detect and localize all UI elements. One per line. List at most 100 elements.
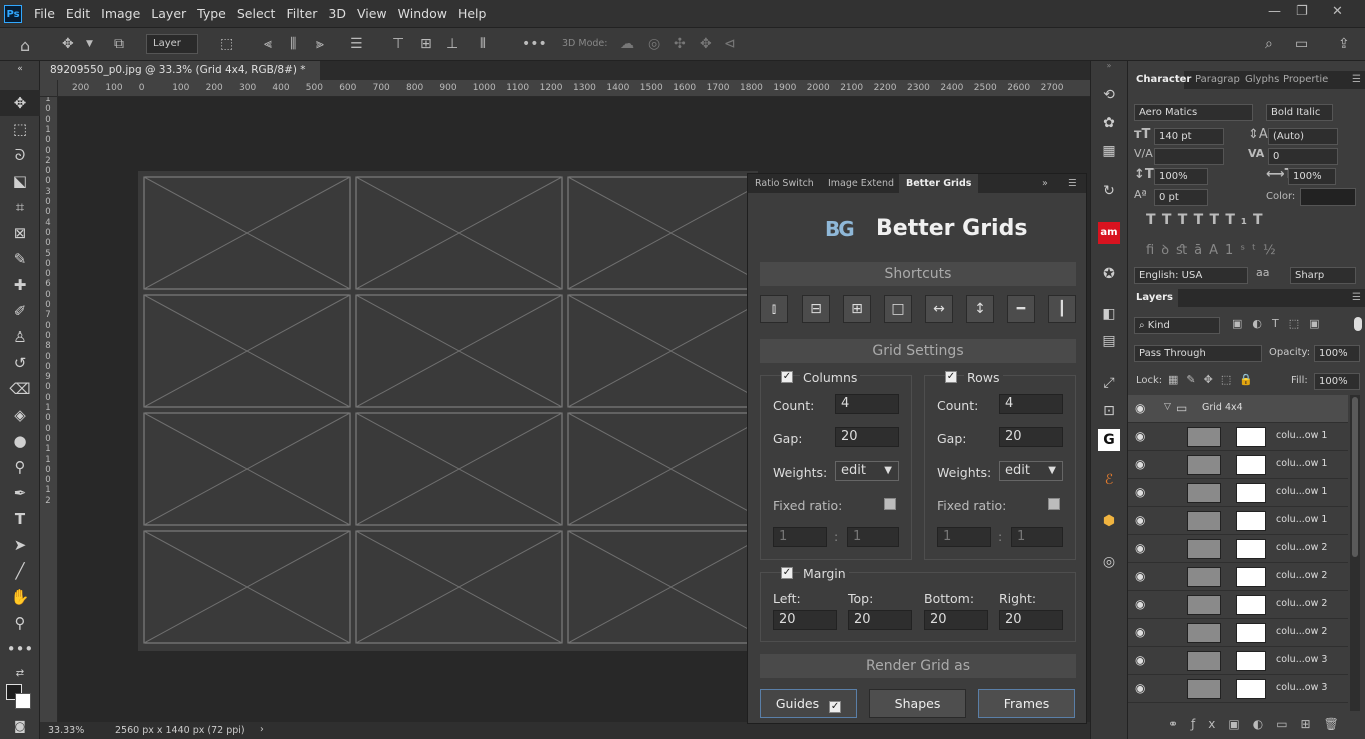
leading-input[interactable]: (Auto) — [1268, 128, 1338, 145]
rows-count-input[interactable]: 4 — [999, 394, 1063, 414]
plugin-e-icon[interactable]: ℰ — [1098, 469, 1120, 491]
move-tool-icon[interactable]: ✥ — [62, 36, 74, 52]
paint-bucket-tool-icon[interactable]: ◈ — [0, 402, 40, 428]
visibility-eye-icon[interactable]: ◉ — [1135, 541, 1145, 555]
antialias-dropdown[interactable]: Sharp — [1290, 267, 1356, 284]
collapse-strip-icon[interactable]: » — [1091, 61, 1127, 71]
auto-select-icon[interactable]: ⧉ — [114, 36, 124, 52]
shortcut-border-button[interactable]: □ — [884, 295, 912, 323]
color-panel-icon[interactable]: ✿ — [1098, 112, 1120, 134]
margin-checkbox[interactable]: ✓ — [781, 567, 793, 579]
line-tool-icon[interactable]: ╱ — [0, 558, 40, 584]
columns-fixed-ratio-checkbox[interactable] — [884, 498, 896, 510]
columns-ratio-b-input[interactable]: 1 — [847, 527, 899, 547]
swatches-panel-icon[interactable]: ▦ — [1098, 140, 1120, 162]
menu-view[interactable]: View — [357, 6, 387, 21]
stamp-tool-icon[interactable]: ♙ — [0, 324, 40, 350]
visibility-eye-icon[interactable]: ◉ — [1135, 625, 1145, 639]
layers-scrollbar[interactable] — [1350, 395, 1360, 711]
history-panel-icon[interactable]: ⟲ — [1098, 84, 1120, 106]
rows-ratio-a-input[interactable]: 1 — [937, 527, 991, 547]
search-icon[interactable]: ⌕ — [1265, 36, 1273, 52]
image-extend-icon[interactable]: ⊡ — [1098, 400, 1120, 422]
tab-character[interactable]: Character — [1128, 71, 1191, 89]
blur-tool-icon[interactable]: ● — [0, 428, 40, 454]
align-middle-icon[interactable]: ⊞ — [420, 36, 432, 52]
columns-gap-input[interactable]: 20 — [835, 427, 899, 447]
visibility-eye-icon[interactable]: ◉ — [1135, 653, 1145, 667]
align-left-icon[interactable]: ⫷ — [264, 36, 272, 52]
layer-row[interactable]: ◉ colu...ow 3 — [1128, 675, 1348, 703]
close-window-icon[interactable]: ✕ — [1332, 4, 1343, 19]
lock-options-icons[interactable]: ▦✎✥⬚🔒 — [1168, 373, 1261, 386]
tab-properties[interactable]: Propertie — [1283, 71, 1328, 89]
ratio-switch-icon[interactable]: ↻ — [1098, 180, 1120, 202]
plugin-circle-icon[interactable]: ◎ — [1098, 551, 1120, 573]
minimize-icon[interactable]: — — [1268, 4, 1281, 19]
eraser-tool-icon[interactable]: ⌫ — [0, 376, 40, 402]
zoom-tool-icon[interactable]: ⚲ — [0, 610, 40, 636]
rows-fixed-ratio-checkbox[interactable] — [1048, 498, 1060, 510]
menu-file[interactable]: File — [34, 6, 55, 21]
layer-row[interactable]: ◉ colu...ow 2 — [1128, 535, 1348, 563]
layer-row[interactable]: ◉ colu...ow 1 — [1128, 423, 1348, 451]
visibility-eye-icon[interactable]: ◉ — [1135, 485, 1145, 499]
transform-controls-icon[interactable]: ⬚ — [220, 36, 233, 52]
document-tab[interactable]: 89209550_p0.jpg @ 33.3% (Grid 4x4, RGB/8… — [40, 61, 320, 95]
plugin-icon[interactable]: ✪ — [1098, 263, 1120, 285]
tracking-input[interactable]: 0 — [1268, 148, 1338, 165]
baseline-shift-input[interactable]: 0 pt — [1154, 189, 1208, 206]
layer-group-row[interactable]: ◉ ▽ ▭ Grid 4x4 — [1128, 395, 1348, 423]
layer-row[interactable]: ◉ colu...ow 2 — [1128, 563, 1348, 591]
pen-tool-icon[interactable]: ✒ — [0, 480, 40, 506]
distribute-icon[interactable]: ☰ — [350, 36, 363, 52]
path-select-tool-icon[interactable]: ➤ — [0, 532, 40, 558]
font-size-input[interactable]: 140 pt — [1154, 128, 1224, 145]
columns-count-input[interactable]: 4 — [835, 394, 899, 414]
columns-weights-dropdown[interactable]: edit ▼ — [835, 461, 899, 481]
menu-3d[interactable]: 3D — [328, 6, 346, 21]
menu-help[interactable]: Help — [458, 6, 487, 21]
align-top-icon[interactable]: ⊤ — [392, 36, 404, 52]
fill-input[interactable]: 100% — [1314, 373, 1360, 390]
home-icon[interactable]: ⌂ — [20, 36, 30, 55]
filter-toggle-icon[interactable] — [1354, 317, 1362, 331]
align-right-icon[interactable]: ⫸ — [316, 36, 324, 52]
blend-mode-dropdown[interactable]: Pass Through — [1134, 345, 1262, 362]
shortcut-horizontal-line-button[interactable]: ━ — [1007, 295, 1035, 323]
distribute-vertical-icon[interactable]: ⫴ — [480, 36, 486, 52]
shortcut-horizontal-center-button[interactable]: ⊟ — [802, 295, 830, 323]
margin-left-input[interactable]: 20 — [773, 610, 837, 630]
frame-tool-icon[interactable]: ⊠ — [0, 220, 40, 246]
restore-icon[interactable]: ❐ — [1296, 4, 1308, 19]
share-icon[interactable]: ⇪ — [1338, 36, 1350, 52]
kerning-input[interactable] — [1154, 148, 1224, 165]
shortcut-horizontal-expand-button[interactable]: ↔ — [925, 295, 953, 323]
chevron-down-icon[interactable]: ▼ — [86, 39, 93, 49]
layer-row[interactable]: ◉ colu...ow 1 — [1128, 507, 1348, 535]
language-dropdown[interactable]: English: USA — [1134, 267, 1248, 284]
render-frames-button[interactable]: Frames — [978, 689, 1075, 718]
libraries-panel-icon[interactable]: ◧ — [1098, 303, 1120, 325]
collapse-tools-icon[interactable]: « — [0, 61, 40, 77]
render-guides-button[interactable]: Guides ✓ — [760, 689, 857, 718]
shortcut-vertical-center-button[interactable]: ⫾ — [760, 295, 788, 323]
text-color-swatch[interactable] — [1300, 188, 1356, 206]
better-grids-icon[interactable]: G — [1098, 429, 1120, 451]
tab-glyphs[interactable]: Glyphs — [1245, 71, 1279, 89]
opacity-input[interactable]: 100% — [1314, 345, 1360, 362]
chevron-down-icon[interactable]: ▽ — [1164, 402, 1171, 412]
menu-edit[interactable]: Edit — [66, 6, 90, 21]
layer-row[interactable]: ◉ colu...ow 2 — [1128, 591, 1348, 619]
lasso-tool-icon[interactable]: ᘐ — [0, 142, 40, 168]
zoom-level[interactable]: 33.33% — [48, 725, 84, 736]
type-style-buttons-icon[interactable]: TTTTTT₁T — [1146, 212, 1269, 228]
visibility-eye-icon[interactable]: ◉ — [1135, 569, 1145, 583]
visibility-eye-icon[interactable]: ◉ — [1135, 681, 1145, 695]
align-bottom-icon[interactable]: ⊥ — [446, 36, 458, 52]
visibility-eye-icon[interactable]: ◉ — [1135, 429, 1145, 443]
status-chevron-icon[interactable]: › — [260, 724, 264, 735]
menu-filter[interactable]: Filter — [286, 6, 317, 21]
healing-brush-tool-icon[interactable]: ✚ — [0, 272, 40, 298]
vertical-scale-input[interactable]: 100% — [1154, 168, 1208, 185]
